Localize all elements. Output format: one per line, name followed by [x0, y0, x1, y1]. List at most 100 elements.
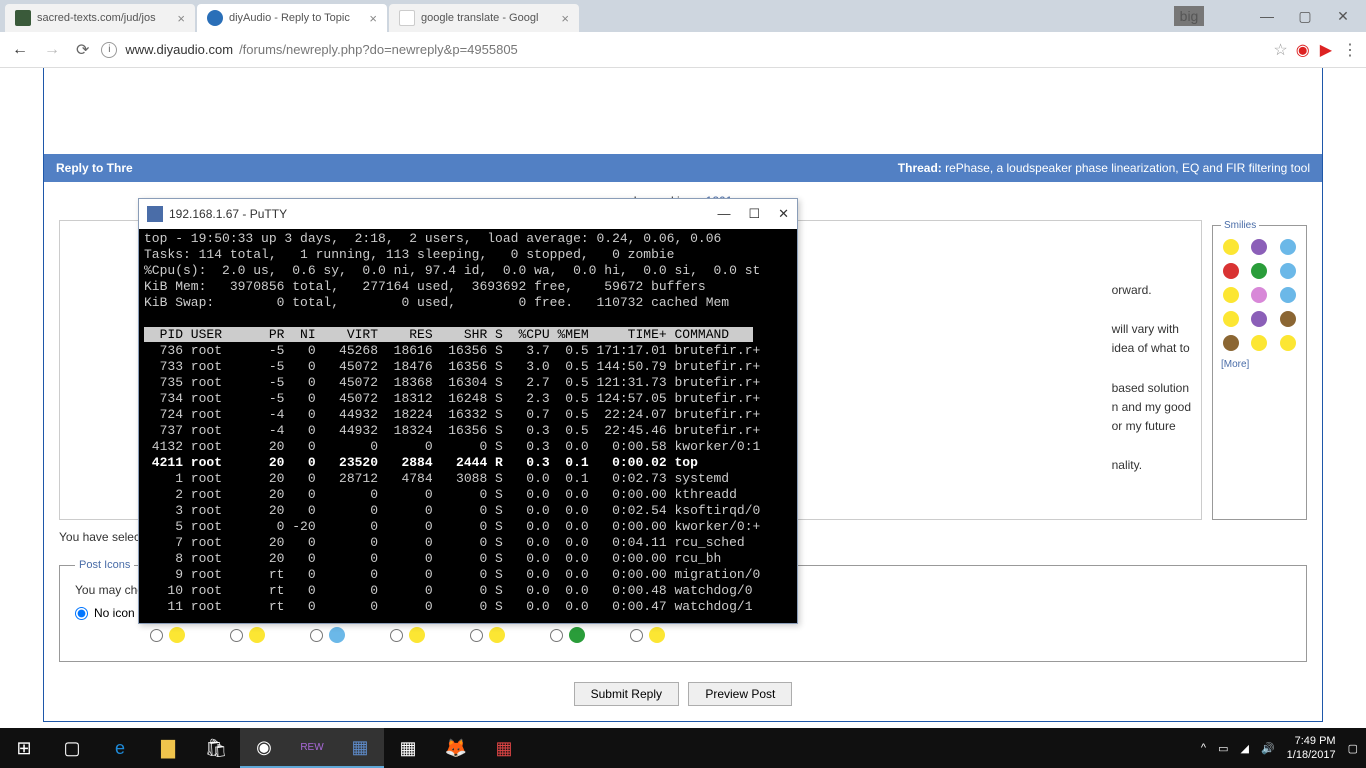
radio-input[interactable] [550, 629, 563, 642]
close-icon[interactable]: × [561, 11, 569, 26]
icon-option[interactable] [470, 627, 505, 643]
text-fragment: nality. [1112, 456, 1191, 475]
smilie-icon[interactable] [1251, 311, 1267, 327]
radio-input[interactable] [75, 607, 88, 620]
battery-icon[interactable]: ▭ [1218, 742, 1228, 755]
new-tab-button[interactable] [586, 12, 606, 32]
radio-input[interactable] [310, 629, 323, 642]
volume-icon[interactable]: 🔊 [1261, 742, 1275, 755]
arrow-icon [569, 627, 585, 643]
preview-button[interactable]: Preview Post [688, 682, 792, 706]
no-icon-option[interactable]: No icon [75, 606, 135, 620]
site-info-icon[interactable]: i [101, 42, 117, 58]
tab-diyaudio[interactable]: diyAudio - Reply to Topic × [197, 4, 387, 32]
term-row: 11 root rt 0 0 0 0 S 0.0 0.0 0:00.47 wat… [144, 599, 760, 614]
icon-option[interactable] [630, 627, 665, 643]
edge-icon[interactable]: e [96, 728, 144, 768]
smilie-icon[interactable] [1251, 239, 1267, 255]
putty-titlebar[interactable]: 192.168.1.67 - PuTTY — ☐ ✕ [139, 199, 797, 229]
icon-option[interactable] [230, 627, 265, 643]
chrome-icon[interactable]: ◉ [240, 728, 288, 768]
smilie-icon[interactable] [1280, 311, 1296, 327]
minimize-icon[interactable]: — [717, 206, 730, 222]
smilie-icon[interactable] [1280, 287, 1296, 303]
extension-icon[interactable]: ◉ [1296, 40, 1310, 60]
icon-option[interactable] [390, 627, 425, 643]
explorer-icon[interactable]: ▇ [144, 728, 192, 768]
user-badge[interactable]: big [1174, 6, 1204, 26]
forward-button: → [40, 37, 64, 63]
reload-button[interactable]: ⟳ [72, 36, 93, 64]
tab-sacred-texts[interactable]: sacred-texts.com/jud/jos × [5, 4, 195, 32]
radio-input[interactable] [390, 629, 403, 642]
bookmark-icon[interactable]: ☆ [1273, 40, 1287, 60]
smilies-panel: Smilies [ [1212, 220, 1307, 520]
tab-google-translate[interactable]: google translate - Googl × [389, 4, 579, 32]
start-button[interactable]: ⊞ [0, 728, 48, 768]
reply-label: Reply to Thre [56, 161, 133, 175]
maximize-icon[interactable]: ▢ [1290, 8, 1320, 25]
minimize-icon[interactable]: — [1252, 8, 1282, 24]
app-icon[interactable]: ▦ [480, 728, 528, 768]
submit-button[interactable]: Submit Reply [574, 682, 679, 706]
maximize-icon[interactable]: ☐ [748, 206, 760, 222]
smilie-icon[interactable] [1280, 335, 1296, 351]
thumbsup-icon [649, 627, 665, 643]
back-button[interactable]: ← [8, 37, 32, 63]
url-path: /forums/newreply.php?do=newreply&p=49558… [239, 42, 518, 57]
term-row: 3 root 20 0 0 0 0 S 0.0 0.0 0:02.54 ksof… [144, 503, 760, 518]
app-icon[interactable]: ▦ [384, 728, 432, 768]
smilies-legend: Smilies [1221, 220, 1259, 231]
menu-icon[interactable]: ⋮ [1342, 40, 1358, 60]
smilie-icon[interactable] [1280, 239, 1296, 255]
radio-input[interactable] [230, 629, 243, 642]
wifi-icon[interactable]: ◢ [1240, 742, 1248, 755]
smilie-icon[interactable] [1223, 287, 1239, 303]
rew-icon[interactable]: REW [288, 728, 336, 768]
smilie-icon[interactable] [1251, 263, 1267, 279]
putty-window[interactable]: 192.168.1.67 - PuTTY — ☐ ✕ top - 19:50:3… [138, 198, 798, 624]
gimp-icon[interactable]: 🦊 [432, 728, 480, 768]
url-input[interactable]: www.diyaudio.com/forums/newreply.php?do=… [125, 42, 1265, 57]
task-view-button[interactable]: ▢ [48, 728, 96, 768]
smilie-icon[interactable] [1251, 335, 1267, 351]
store-icon[interactable]: 🛍 [192, 728, 240, 768]
favicon-icon [15, 10, 31, 26]
radio-input[interactable] [470, 629, 483, 642]
radio-input[interactable] [630, 629, 643, 642]
clock[interactable]: 7:49 PM 1/18/2017 [1287, 734, 1336, 763]
icon-option[interactable] [150, 627, 185, 643]
icon-option[interactable] [310, 627, 345, 643]
favicon-icon [207, 10, 223, 26]
close-icon[interactable]: × [177, 11, 185, 26]
icon-option[interactable] [550, 627, 585, 643]
question-icon [329, 627, 345, 643]
text-fragment: based solution [1112, 379, 1191, 398]
browser-tab-strip: sacred-texts.com/jud/jos × diyAudio - Re… [0, 0, 1366, 32]
window-controls: big — ▢ ✕ [1174, 0, 1366, 32]
term-header: PID USER PR NI VIRT RES SHR S %CPU %MEM … [144, 327, 753, 342]
smilie-icon[interactable] [1280, 263, 1296, 279]
close-window-icon[interactable]: ✕ [1328, 8, 1358, 25]
close-icon[interactable]: × [369, 11, 377, 26]
smilie-icon[interactable] [1223, 239, 1239, 255]
extension-icon[interactable]: ▶ [1320, 40, 1332, 60]
terminal-output[interactable]: top - 19:50:33 up 3 days, 2:18, 2 users,… [139, 229, 797, 623]
smilie-icon[interactable] [1223, 335, 1239, 351]
smilie-icon[interactable] [1223, 263, 1239, 279]
close-icon[interactable]: ✕ [778, 206, 789, 222]
term-line: KiB Swap: 0 total, 0 used, 0 free. 11073… [144, 295, 729, 310]
tray-chevron-icon[interactable]: ^ [1201, 742, 1206, 754]
date-text: 1/18/2017 [1287, 748, 1336, 762]
windows-taskbar: ⊞ ▢ e ▇ 🛍 ◉ REW ▦ ▦ 🦊 ▦ ^ ▭ ◢ 🔊 7:49 PM … [0, 728, 1366, 768]
smilie-icon[interactable] [1223, 311, 1239, 327]
more-smilies-link[interactable]: [More] [1221, 359, 1298, 370]
time-text: 7:49 PM [1287, 734, 1336, 748]
notifications-icon[interactable]: ▢ [1348, 742, 1358, 755]
tab-title: sacred-texts.com/jud/jos [37, 12, 156, 24]
putty-icon[interactable]: ▦ [336, 728, 384, 768]
radio-input[interactable] [150, 629, 163, 642]
term-row: 736 root -5 0 45268 18616 16356 S 3.7 0.… [144, 343, 760, 358]
label: No icon [94, 606, 135, 620]
smilie-icon[interactable] [1251, 287, 1267, 303]
